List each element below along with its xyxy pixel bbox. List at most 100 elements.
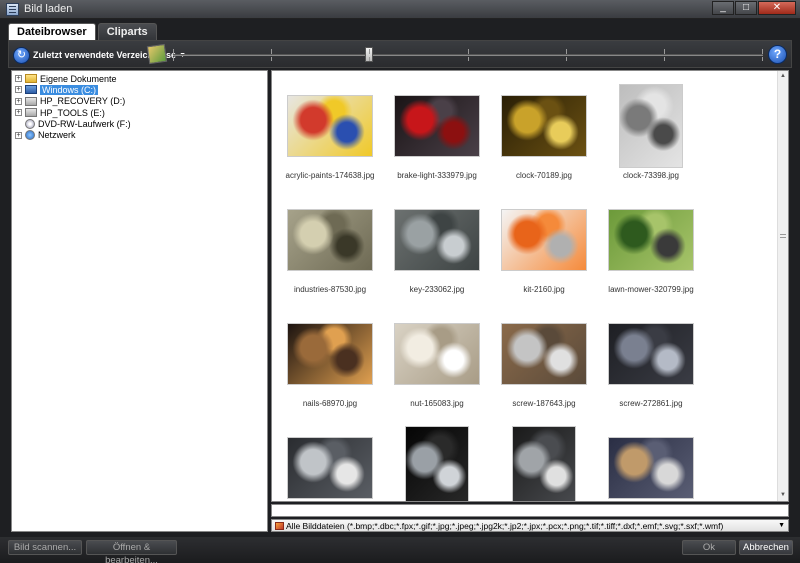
thumbnail-item[interactable]: screw-272861.jpg <box>599 311 703 416</box>
tree-item-label: HP_RECOVERY (D:) <box>40 96 126 107</box>
tab-dateibrowser[interactable]: Dateibrowser <box>8 23 96 40</box>
thumbnail-filename: kit-2160.jpg <box>523 285 565 294</box>
thumbnail-filename: brake-light-333979.jpg <box>397 171 477 180</box>
file-type-label: Alle Bilddateien (*.bmp;*.dbc;*.fpx;*.gi… <box>286 520 724 531</box>
thumbnail-frame <box>599 311 703 397</box>
tree-item[interactable]: + Eigene Dokumente <box>12 73 267 84</box>
win-icon <box>25 85 37 95</box>
thumbnail-filename: screw-187643.jpg <box>512 399 576 408</box>
slider-tick <box>762 49 763 54</box>
thumbnail-item[interactable] <box>492 425 596 501</box>
path-field[interactable] <box>271 504 789 517</box>
expand-icon[interactable]: + <box>15 75 22 82</box>
scroll-up-icon[interactable]: ▲ <box>778 71 788 82</box>
scroll-down-icon[interactable]: ▼ <box>778 490 788 501</box>
vertical-scrollbar[interactable]: ▲ ▼ <box>777 71 788 501</box>
slider-track <box>173 54 763 56</box>
drive-icon <box>25 108 37 118</box>
thumbnail-item[interactable]: nut-165083.jpg <box>385 311 489 416</box>
title-bar: Bild laden _ □ ✕ <box>0 0 800 19</box>
expand-icon[interactable]: + <box>15 131 22 139</box>
thumbnail-item[interactable] <box>385 425 489 501</box>
thumbnail-item[interactable] <box>599 425 703 501</box>
slider-tick <box>762 57 763 61</box>
slider-tick <box>468 57 469 61</box>
thumbnail-frame <box>385 83 489 169</box>
zoom-slider[interactable] <box>173 47 763 63</box>
tree-item-label: Windows (C:) <box>40 84 99 95</box>
scan-image-button[interactable]: Bild scannen... <box>8 540 82 555</box>
folder-tree: + Eigene Dokumente + Windows (C:) + HP_RECOVE… <box>11 70 268 532</box>
scrollbar-grip[interactable] <box>780 234 786 238</box>
expand-icon[interactable]: + <box>15 109 22 117</box>
file-type-filter[interactable]: Alle Bilddateien (*.bmp;*.dbc;*.fpx;*.gi… <box>271 519 789 532</box>
slider-tick <box>173 49 174 54</box>
tree-item[interactable]: + HP_RECOVERY (D:) <box>12 96 267 107</box>
button-bar: Bild scannen... Öffnen & bearbeiten... O… <box>0 537 800 563</box>
open-edit-button[interactable]: Öffnen & bearbeiten... <box>86 540 177 563</box>
tree-item[interactable]: + Windows (C:) <box>12 84 267 95</box>
tree-item-label: Eigene Dokumente <box>40 73 117 84</box>
slider-tick <box>566 57 567 61</box>
thumbnail-item[interactable] <box>278 425 382 501</box>
tab-cliparts[interactable]: Cliparts <box>97 23 157 40</box>
tree-item[interactable]: DVD-RW-Laufwerk (F:) <box>12 119 267 130</box>
expand-icon[interactable]: + <box>15 97 22 105</box>
minimize-button[interactable]: _ <box>712 1 734 15</box>
thumbnail-filename: clock-70189.jpg <box>515 171 573 180</box>
thumbnail-frame <box>385 425 489 501</box>
window-title: Bild laden <box>24 3 73 15</box>
maximize-button[interactable]: □ <box>735 1 757 15</box>
thumbnail-item[interactable]: acrylic-paints-174638.jpg <box>278 83 382 188</box>
tree-item-label: HP_TOOLS (E:) <box>40 107 105 118</box>
thumbnail-frame <box>385 311 489 397</box>
thumbnail-image <box>608 437 694 499</box>
toolbar: ↻ Zuletzt verwendete Verzeichnisse ▼ ? <box>8 40 792 68</box>
close-button[interactable]: ✕ <box>758 1 796 15</box>
cancel-button[interactable]: Abbrechen <box>739 540 793 555</box>
thumbnail-image <box>608 323 694 385</box>
thumbnail-image <box>394 95 480 157</box>
tree-item-label: DVD-RW-Laufwerk (F:) <box>38 119 131 130</box>
map-icon[interactable] <box>146 43 168 65</box>
thumbnail-item[interactable]: clock-73398.jpg <box>599 83 703 188</box>
slider-tick <box>369 49 370 54</box>
slider-tick <box>566 49 567 54</box>
slider-tick <box>369 57 370 61</box>
thumbnail-item[interactable]: clock-70189.jpg <box>492 83 596 188</box>
thumbnail-item[interactable]: lawn-mower-320799.jpg <box>599 197 703 302</box>
thumbnail-image <box>287 95 373 157</box>
thumbnail-frame <box>385 197 489 283</box>
thumbnail-item[interactable]: industries-87530.jpg <box>278 197 382 302</box>
slider-tick <box>664 49 665 54</box>
thumbnail-item[interactable]: nails-68970.jpg <box>278 311 382 416</box>
thumbnail-item[interactable]: brake-light-333979.jpg <box>385 83 489 188</box>
thumbnail-frame <box>278 197 382 283</box>
help-button[interactable]: ? <box>768 45 787 64</box>
thumbnail-image <box>394 209 480 271</box>
tab-bar: Dateibrowser Cliparts <box>8 23 157 40</box>
thumbnail-image <box>405 426 469 501</box>
dvd-icon <box>25 119 35 130</box>
thumbnail-image <box>287 209 373 271</box>
expand-icon[interactable]: + <box>15 86 22 94</box>
image-file-icon <box>275 522 284 530</box>
slider-tick <box>468 49 469 54</box>
thumbnail-filename: nut-165083.jpg <box>410 399 464 408</box>
thumbnail-item[interactable]: kit-2160.jpg <box>492 197 596 302</box>
ok-button[interactable]: Ok <box>682 540 736 555</box>
chevron-down-icon: ▼ <box>778 522 785 529</box>
thumbnail-image <box>501 95 587 157</box>
tree-item[interactable]: + HP_TOOLS (E:) <box>12 107 267 118</box>
thumbnail-image <box>501 209 587 271</box>
thumbnail-image <box>287 323 373 385</box>
thumbnail-frame <box>492 311 596 397</box>
tree-item-label: Netzwerk <box>38 130 76 141</box>
thumbnail-item[interactable]: screw-187643.jpg <box>492 311 596 416</box>
thumbnail-filename: key-233062.jpg <box>409 285 465 294</box>
tree-item[interactable]: + Netzwerk <box>12 130 267 141</box>
drive-icon <box>25 96 37 106</box>
thumbnail-item[interactable]: key-233062.jpg <box>385 197 489 302</box>
slider-tick <box>664 57 665 61</box>
net-icon <box>25 130 35 141</box>
